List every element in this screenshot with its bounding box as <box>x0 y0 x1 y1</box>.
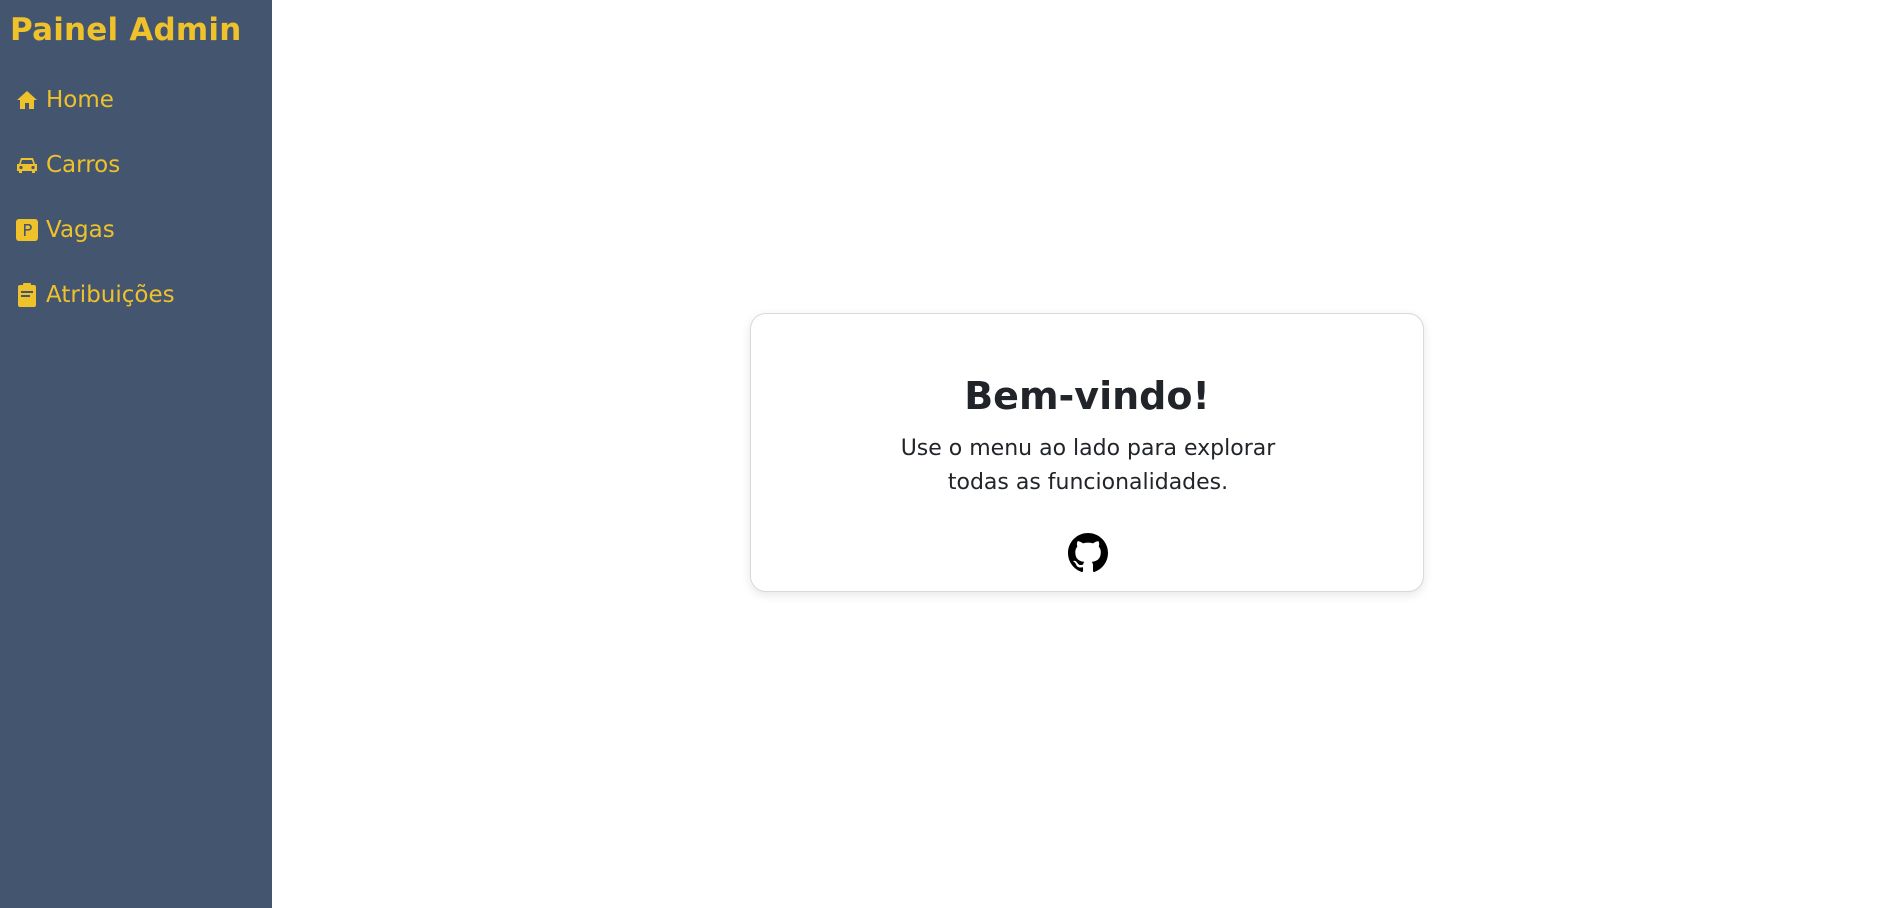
welcome-card: Bem-vindo! Use o menu ao lado para explo… <box>750 313 1424 592</box>
sidebar: Painel Admin Home Carros Vagas Atribuiçõ… <box>0 0 272 908</box>
sidebar-item-label: Vagas <box>46 217 115 243</box>
welcome-title: Bem-vindo! <box>964 374 1210 418</box>
sidebar-item-label: Atribuições <box>46 282 175 308</box>
app: Painel Admin Home Carros Vagas Atribuiçõ… <box>0 0 1890 908</box>
home-icon <box>14 87 40 113</box>
sidebar-item-label: Home <box>46 87 114 113</box>
main-content: Bem-vindo! Use o menu ao lado para explo… <box>272 0 1890 908</box>
github-link[interactable] <box>1068 533 1108 573</box>
sidebar-item-home[interactable]: Home <box>0 78 272 122</box>
github-icon <box>1068 533 1108 573</box>
sidebar-item-carros[interactable]: Carros <box>0 143 272 187</box>
sidebar-item-label: Carros <box>46 152 121 178</box>
car-icon <box>14 152 40 178</box>
welcome-text: Use o menu ao lado para explorar todas a… <box>900 436 1276 495</box>
clipboard-icon <box>14 282 40 308</box>
sidebar-nav: Home Carros Vagas Atribuições <box>0 78 272 338</box>
brand-title: Painel Admin <box>10 12 242 48</box>
parking-icon <box>14 217 40 243</box>
sidebar-item-vagas[interactable]: Vagas <box>0 208 272 252</box>
sidebar-item-atribuicoes[interactable]: Atribuições <box>0 273 272 317</box>
